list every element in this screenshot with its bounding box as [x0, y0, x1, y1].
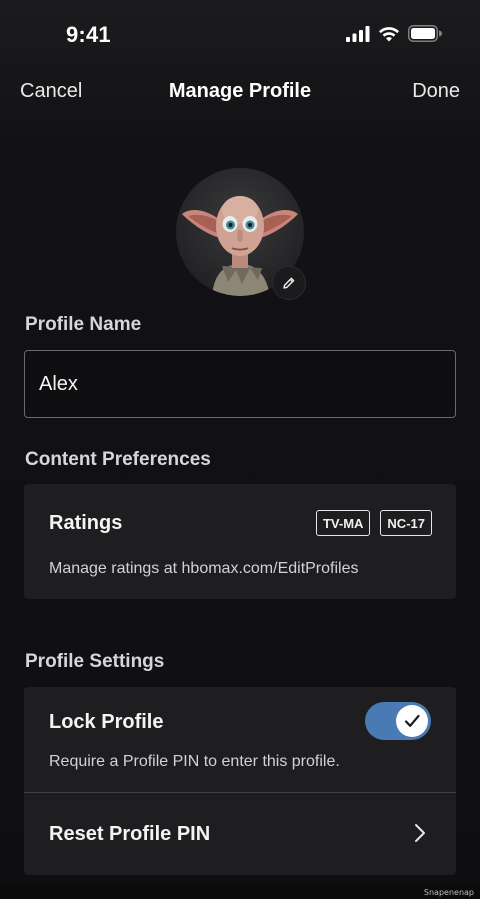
page-title: Manage Profile	[168, 80, 312, 102]
lock-profile-description: Require a Profile PIN to enter this prof…	[49, 753, 340, 770]
rating-badges: TV-MA NC-17	[315, 510, 432, 536]
watermark: Snapenenap	[423, 888, 474, 897]
done-button[interactable]: Done	[412, 80, 460, 103]
navigation-bar: Cancel Manage Profile Done	[0, 78, 480, 108]
checkmark-icon	[404, 714, 420, 727]
cellular-signal-icon	[346, 25, 370, 42]
reset-profile-pin-title: Reset Profile PIN	[49, 823, 211, 845]
bottom-strip	[0, 883, 480, 899]
profile-name-input[interactable]	[24, 350, 456, 418]
profile-name-label: Profile Name	[25, 314, 142, 335]
lock-profile-title: Lock Profile	[49, 711, 164, 733]
wifi-icon	[379, 26, 399, 41]
profile-settings-card: Lock Profile Require a Profile PIN to en…	[24, 687, 456, 875]
profile-settings-label: Profile Settings	[25, 651, 165, 672]
profile-avatar-container[interactable]	[176, 168, 306, 300]
ratings-title: Ratings	[49, 512, 123, 534]
content-preferences-label: Content Preferences	[25, 449, 211, 470]
status-bar: 9:41	[0, 0, 480, 70]
ratings-card[interactable]: Ratings TV-MA NC-17 Manage ratings at hb…	[24, 484, 456, 599]
lock-profile-toggle[interactable]	[365, 702, 431, 740]
toggle-knob	[396, 705, 428, 737]
reset-profile-pin-row[interactable]: Reset Profile PIN	[24, 793, 456, 875]
status-time: 9:41	[66, 22, 111, 47]
rating-badge-tv: TV-MA	[315, 510, 371, 536]
edit-avatar-button[interactable]	[272, 266, 306, 300]
pencil-icon	[283, 277, 295, 289]
chevron-right-icon	[415, 824, 425, 842]
rating-badge-movie: NC-17	[380, 510, 432, 536]
ratings-note: Manage ratings at hbomax.com/EditProfile…	[49, 560, 359, 577]
status-icons	[346, 25, 442, 42]
battery-icon	[408, 25, 442, 42]
